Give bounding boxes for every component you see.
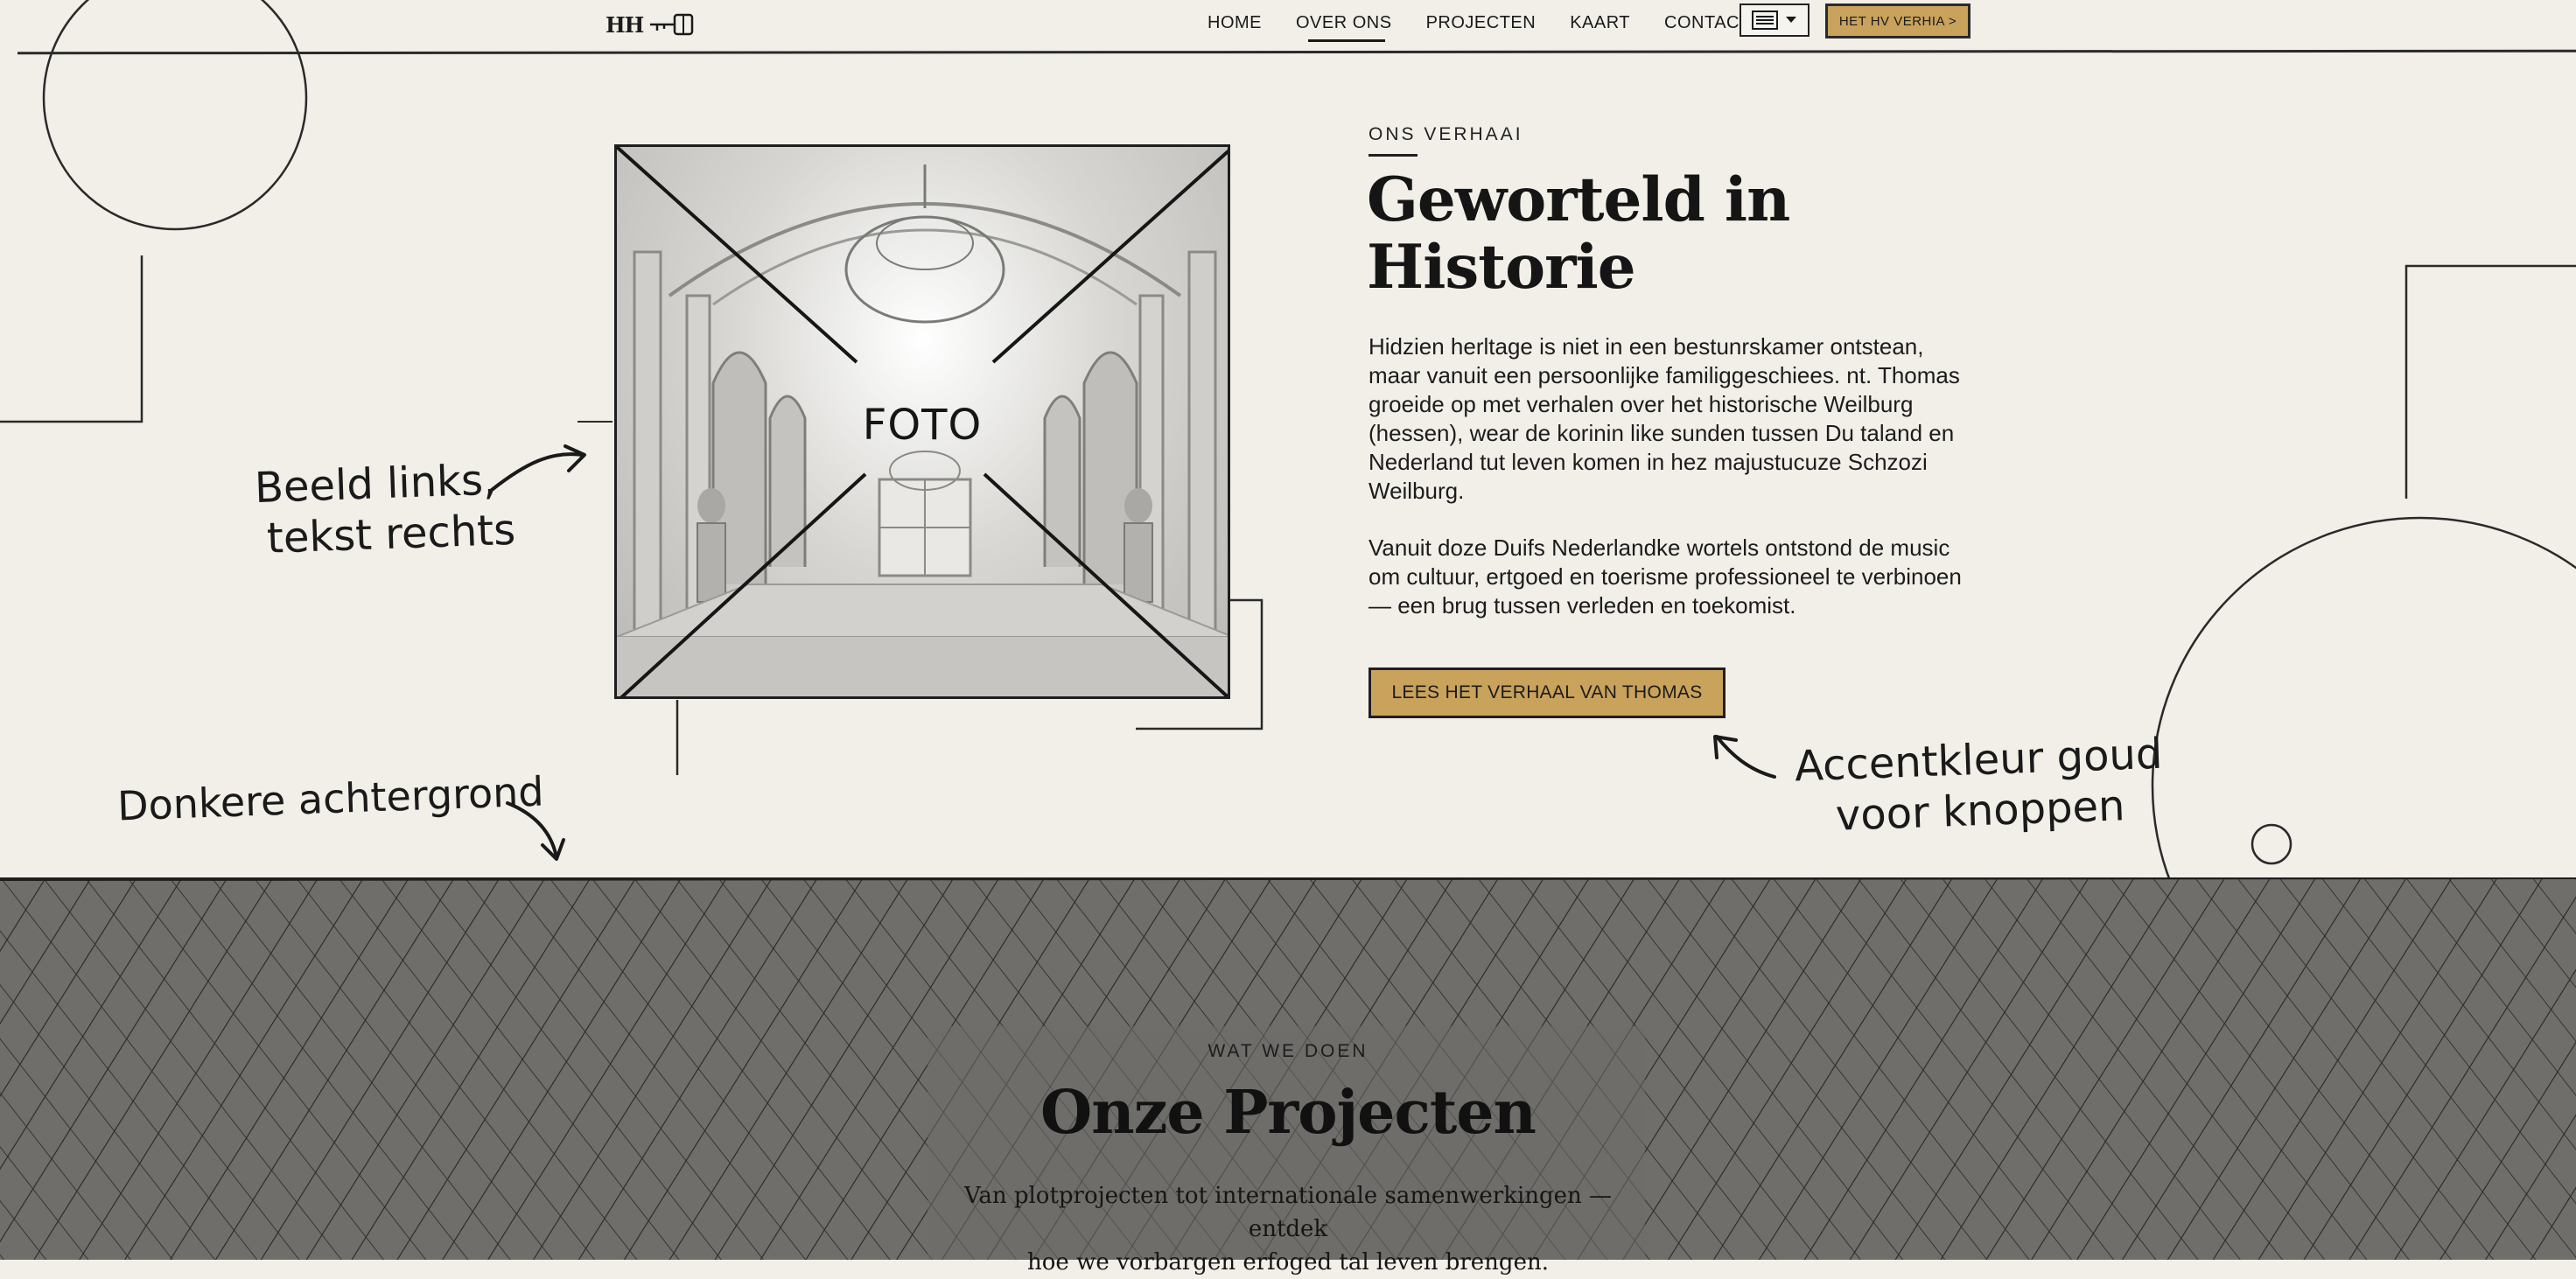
chevron-down-icon <box>1786 17 1796 23</box>
logo-text: HH <box>606 11 644 38</box>
annotation-layout: Beeld links, tekst rechts <box>254 454 516 564</box>
flag-menu-icon <box>1752 10 1778 30</box>
key-icon <box>650 13 694 36</box>
nav-projecten[interactable]: PROJECTEN <box>1426 13 1536 33</box>
annotation-layout-line2: tekst rechts <box>266 505 516 563</box>
story-header-button[interactable]: HET HV VERHIA > <box>1825 3 1970 38</box>
top-navigation: HH HOME OVER ONS PROJECTEN KAART CONTACT… <box>0 0 2576 52</box>
nav-home[interactable]: HOME <box>1208 13 1262 33</box>
photo-placeholder: FOTO <box>614 144 1230 699</box>
language-selector[interactable] <box>1740 3 1810 37</box>
projects-subtitle: Van plotprojecten tot internationale sam… <box>938 1179 1638 1279</box>
brand-logo[interactable]: HH <box>606 9 696 40</box>
projects-eyebrow: WAT WE DOEN <box>1208 1041 1368 1061</box>
main-menu: HOME OVER ONS PROJECTEN KAART CONTACT <box>1208 9 1785 42</box>
projects-title: Onze Projecten <box>1040 1078 1536 1148</box>
nav-contact[interactable]: CONTACT <box>1664 13 1751 33</box>
page-title: Geworteld in Historie <box>1367 164 1790 303</box>
projects-subtitle-line1: Van plotprojecten tot internationale sam… <box>963 1183 1613 1242</box>
nav-kaart[interactable]: KAART <box>1570 13 1630 33</box>
story-paragraph-1: Hidzien herltage is niet in een bestunrs… <box>1368 333 1960 504</box>
eyebrow-underline <box>1368 154 1418 157</box>
annotation-dark-background: Donkere achtergrond <box>116 767 545 830</box>
projects-subtitle-line2: hoe we vorbargen erfoged tal leven breng… <box>1027 1249 1549 1276</box>
read-story-button[interactable]: LEES HET VERHAAL VAN THOMAS <box>1368 667 1726 718</box>
annotation-layout-line1: Beeld links, <box>254 455 498 514</box>
story-paragraph-2: Vanuit doze Duifs Nederlandke wortels on… <box>1368 535 1962 619</box>
photo-label: FOTO <box>862 401 983 450</box>
nav-over-ons[interactable]: OVER ONS <box>1296 13 1392 42</box>
annotation-accent-color: Accentkleur goud voor knoppen <box>1794 729 2165 843</box>
section-eyebrow: ONS VERHAAI <box>1368 124 1523 144</box>
